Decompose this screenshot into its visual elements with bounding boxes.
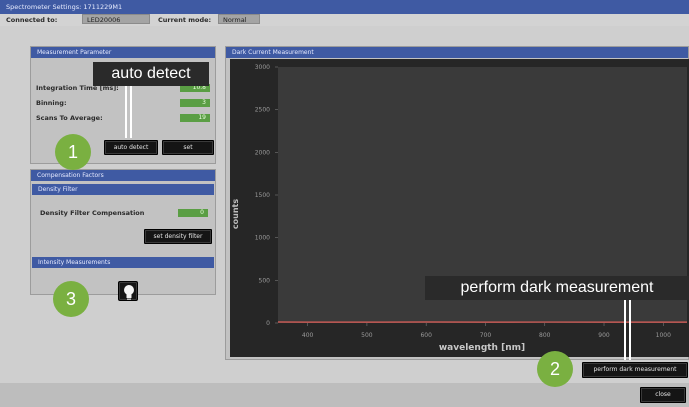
density-filter-compensation-field[interactable]: 0: [178, 209, 208, 217]
x-tick-label: 700: [480, 332, 492, 339]
scans-to-average-field[interactable]: 19: [180, 114, 210, 122]
binning-label: Binning:: [36, 99, 67, 107]
connected-device-value: LED20006: [82, 14, 150, 24]
y-tick-label: 2000: [255, 149, 270, 156]
step-badge-2: 2: [537, 351, 573, 387]
y-tick-label: 500: [259, 277, 271, 284]
auto-detect-callout-line-right: [130, 86, 132, 138]
close-button[interactable]: close: [640, 387, 686, 403]
scans-to-average-label: Scans To Average:: [36, 114, 103, 122]
set-button[interactable]: set: [162, 140, 214, 155]
y-axis-label: counts: [231, 199, 240, 229]
connection-status-bar: Connected to: LED20006 Current mode: Nor…: [0, 14, 689, 26]
measurement-parameter-header: Measurement Parameter: [31, 47, 215, 58]
perform-dark-measurement-button[interactable]: perform dark measurement: [582, 362, 688, 378]
auto-detect-callout: auto detect: [93, 62, 209, 86]
x-tick-label: 800: [539, 332, 551, 339]
spectrum-chart: counts wavelength [nm] 0 500 1000 1500 2000 2…: [230, 59, 689, 357]
spectrum-chart-svg: counts wavelength [nm] 0 500 1000 1500 2000 2…: [231, 64, 687, 353]
dark-current-header: Dark Current Measurement: [226, 47, 688, 58]
auto-detect-button[interactable]: auto detect: [104, 140, 158, 155]
step-badge-3: 3: [53, 281, 89, 317]
y-tick-label: 1000: [255, 235, 270, 242]
window-title: Spectrometer Settings: 1711229M1: [6, 3, 123, 11]
intensity-measurements-header: Intensity Measurements: [32, 257, 214, 268]
y-tick-label: 2500: [255, 107, 270, 114]
light-bulb-icon: [124, 285, 134, 300]
connected-label: Connected to:: [6, 16, 58, 24]
current-mode-value: Normal: [218, 14, 260, 24]
window-title-bar: Spectrometer Settings: 1711229M1: [0, 0, 689, 14]
y-tick-label: 0: [266, 320, 270, 327]
auto-detect-callout-line-left: [125, 86, 127, 138]
x-tick-label: 900: [598, 332, 610, 339]
binning-field[interactable]: 3: [180, 99, 210, 107]
current-mode-label: Current mode:: [158, 16, 212, 24]
x-tick-label: 500: [361, 332, 373, 339]
footer-bar: [0, 383, 689, 407]
perform-callout-line-left: [624, 300, 626, 360]
x-tick-label: 400: [302, 332, 314, 339]
set-density-filter-button[interactable]: set density filter: [144, 229, 212, 244]
x-tick-label: 1000: [656, 332, 671, 339]
step-badge-1: 1: [55, 134, 91, 170]
y-tick-label: 3000: [255, 64, 270, 71]
perform-dark-measurement-callout: perform dark measurement: [425, 276, 689, 300]
y-tick-label: 1500: [255, 192, 270, 199]
density-filter-header: Density Filter: [32, 184, 214, 195]
density-filter-compensation-label: Density Filter Compensation: [40, 209, 145, 217]
compensation-factors-header: Compensation Factors: [31, 170, 215, 181]
intensity-measurement-button[interactable]: [118, 281, 138, 301]
x-tick-label: 600: [420, 332, 432, 339]
perform-callout-line-right: [629, 300, 631, 360]
x-axis-label: wavelength [nm]: [439, 343, 525, 353]
